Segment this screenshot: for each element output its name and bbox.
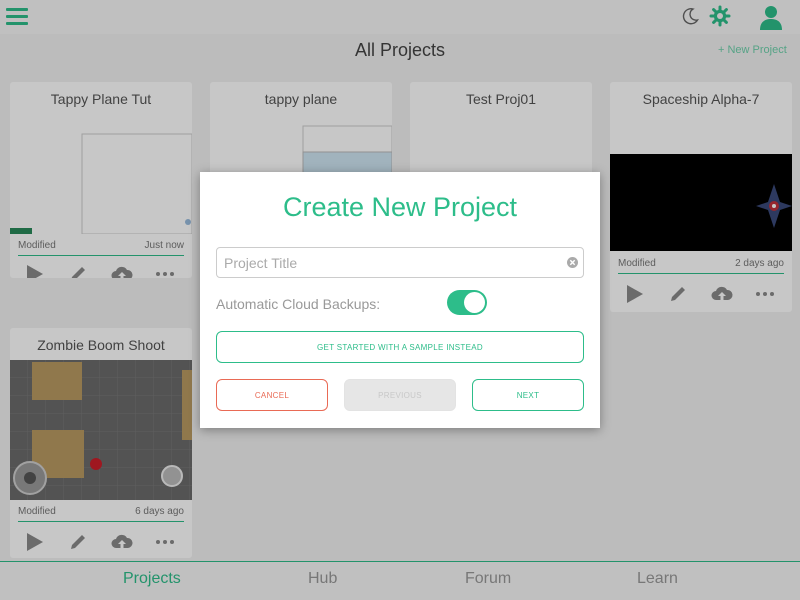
- create-project-dialog: Create New Project Automatic Cloud Backu…: [200, 172, 600, 428]
- project-title-input[interactable]: [216, 247, 584, 278]
- cancel-button[interactable]: CANCEL: [216, 379, 328, 411]
- dialog-title: Create New Project: [282, 192, 518, 222]
- cloud-backup-toggle[interactable]: [447, 290, 487, 315]
- next-button[interactable]: NEXT: [472, 379, 584, 411]
- cloud-backup-label: Automatic Cloud Backups:: [216, 296, 381, 312]
- clear-icon[interactable]: [567, 257, 578, 268]
- sample-project-button[interactable]: GET STARTED WITH A SAMPLE INSTEAD: [216, 331, 584, 363]
- toggle-knob: [464, 292, 485, 313]
- previous-button[interactable]: PREVIOUS: [344, 379, 456, 411]
